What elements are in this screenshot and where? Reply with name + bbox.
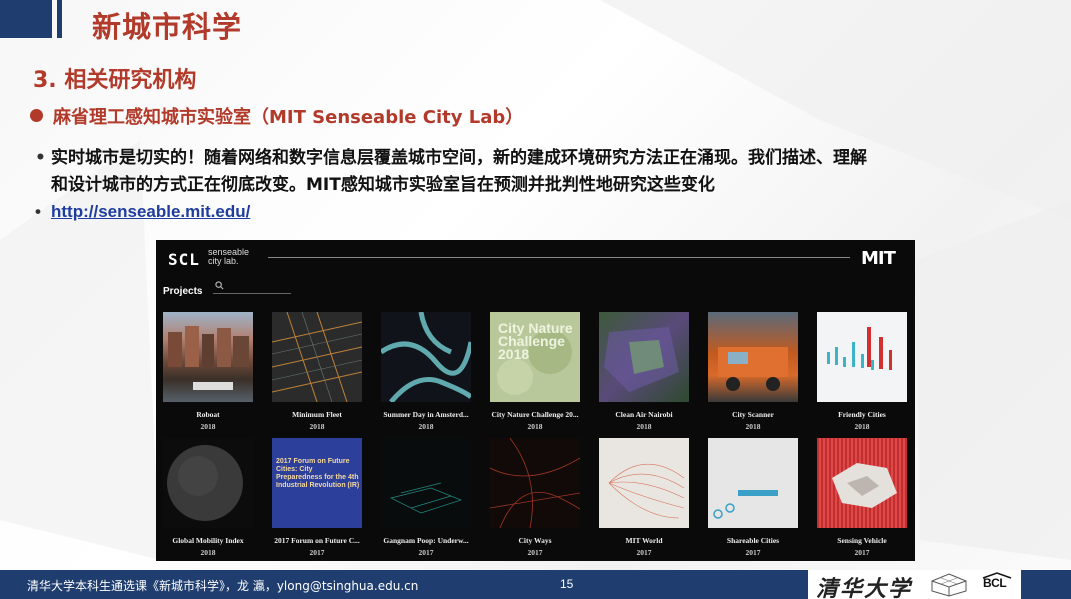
lab-website-screenshot: SCL senseable city lab. MIT Projects Rob… (156, 240, 915, 561)
link-bullet: • http://senseable.mit.edu/ (35, 202, 250, 222)
search-icon (215, 281, 224, 290)
project-year: 2017 (745, 548, 761, 557)
project-card-friendly-cities[interactable]: Friendly Cities 2018 (817, 312, 907, 431)
slide-title: 新城市科学 (92, 10, 243, 44)
scl-name: senseable city lab. (208, 248, 249, 266)
project-thumb-city-ways (490, 438, 580, 528)
section-heading: 3. 相关研究机构 (33, 68, 197, 93)
title-accent-bar (0, 0, 62, 38)
project-year: 2017 (309, 548, 325, 557)
project-year: 2017 (854, 548, 870, 557)
project-title: Global Mobility Index (172, 536, 244, 545)
slide-footer: 清华大学本科生通选课《新城市科学》，龙 瀛，ylong@tsinghua.edu… (0, 570, 1071, 599)
mit-logo[interactable]: MIT (861, 248, 896, 269)
project-title: Shareable Cities (726, 536, 780, 545)
cube-logo-icon (931, 573, 967, 597)
scl-name-line-2: city lab. (208, 256, 239, 266)
header-divider (268, 257, 850, 258)
project-title: Sensing Vehicle (837, 536, 887, 545)
project-thumb-gangnam-poop (381, 438, 471, 528)
projects-bar: Projects (163, 281, 291, 297)
project-year: 2018 (854, 422, 870, 431)
project-year: 2018 (200, 422, 216, 431)
project-title: City Ways (518, 536, 552, 545)
project-year: 2018 (309, 422, 325, 431)
project-card-forum-future-cities[interactable]: 2017 Forum on Future Cities: City Prepar… (272, 438, 362, 557)
bcl-logo-text: BCL (983, 576, 1007, 590)
lab-heading-text: 麻省理工感知城市实验室（MIT Senseable City Lab） (53, 107, 524, 128)
project-title: Roboat (196, 410, 220, 419)
site-header: SCL senseable city lab. MIT (156, 240, 915, 276)
project-title: Minimum Fleet (292, 410, 342, 419)
description-line-1: 实时城市是切实的！随着网络和数字信息层覆盖城市空间，新的建成环境研究方法正在涌现… (51, 148, 867, 168)
project-card-minimum-fleet[interactable]: Minimum Fleet 2018 (272, 312, 362, 431)
project-title: Gangnam Poop: Underw... (383, 536, 469, 545)
description-line-2: 和设计城市的方式正在彻底改变。MIT感知城市实验室旨在预测并批判性地研究这些变化 (51, 175, 715, 195)
project-card-sensing-vehicle[interactable]: Sensing Vehicle 2017 (817, 438, 907, 557)
project-title: Summer Day in Amsterd... (383, 410, 469, 419)
lab-website-link[interactable]: http://senseable.mit.edu/ (51, 202, 250, 221)
project-year: 2017 (418, 548, 434, 557)
project-title: Friendly Cities (838, 410, 886, 419)
projects-search-input[interactable] (213, 281, 291, 294)
project-card-city-ways[interactable]: City Ways 2017 (490, 438, 580, 557)
project-card-mit-world[interactable]: MIT World 2017 (599, 438, 689, 557)
project-card-clean-air[interactable]: Clean Air Nairobi 2018 (599, 312, 689, 431)
project-thumb-global-mobility (163, 438, 253, 528)
bullet-dot-icon (30, 109, 43, 122)
project-title: City Scanner (732, 410, 774, 419)
project-year: 2017 (527, 548, 543, 557)
project-card-roboat[interactable]: Roboat 2018 (163, 312, 253, 431)
project-card-global-mobility[interactable]: Global Mobility Index 2018 (163, 438, 253, 557)
footer-course-info: 清华大学本科生通选课《新城市科学》，龙 瀛，ylong@tsinghua.edu… (27, 579, 419, 593)
project-thumb-roboat (163, 312, 253, 402)
page-number: 15 (560, 577, 574, 591)
project-year: 2018 (745, 422, 761, 431)
project-thumb-clean-air (599, 312, 689, 402)
project-year: 2018 (200, 548, 216, 557)
bcl-logo: BCL (980, 572, 1014, 596)
project-card-city-scanner[interactable]: City Scanner 2018 (708, 312, 798, 431)
project-card-shareable-cities[interactable]: Shareable Cities 2017 (708, 438, 798, 557)
project-thumb-city-scanner (708, 312, 798, 402)
project-title: City Nature Challenge 20... (491, 410, 579, 419)
project-thumb-summer-day (381, 312, 471, 402)
forum-thumb-text: 2017 Forum on Future Cities: City Prepar… (276, 458, 360, 489)
project-thumb-shareable-cities (708, 438, 798, 528)
tsinghua-logo: 清华大学 (816, 576, 913, 599)
bullet-mark: • (35, 148, 46, 168)
description-bullet: • 实时城市是切实的！随着网络和数字信息层覆盖城市空间，新的建成环境研究方法正在涌… (35, 145, 1045, 199)
bullet-mark: • (35, 202, 41, 221)
projects-label[interactable]: Projects (163, 286, 202, 297)
project-title: MIT World (625, 536, 663, 545)
project-thumb-friendly-cities (817, 312, 907, 402)
project-thumb-sensing-vehicle (817, 438, 907, 528)
project-card-city-nature[interactable]: City Nature Challenge 2018 City Nature C… (490, 312, 580, 431)
project-year: 2017 (636, 548, 652, 557)
project-card-gangnam-poop[interactable]: Gangnam Poop: Underw... 2017 (381, 438, 471, 557)
project-thumb-minimum-fleet (272, 312, 362, 402)
city-nature-thumb-text: City Nature Challenge 2018 (498, 320, 573, 362)
project-thumb-mit-world (599, 438, 689, 528)
project-year: 2018 (636, 422, 652, 431)
project-card-summer-day[interactable]: Summer Day in Amsterd... 2018 (381, 312, 471, 431)
project-title: Clean Air Nairobi (615, 410, 673, 419)
project-title: 2017 Forum on Future C... (274, 536, 360, 545)
project-thumb-city-nature: City Nature Challenge 2018 (490, 312, 580, 402)
project-year: 2018 (418, 422, 434, 431)
project-year: 2018 (527, 422, 543, 431)
project-thumb-forum-future-cities: 2017 Forum on Future Cities: City Prepar… (272, 438, 362, 528)
lab-heading: 麻省理工感知城市实验室（MIT Senseable City Lab） (30, 103, 523, 129)
footer-logo-area: 清华大学 BCL (808, 570, 1021, 599)
scl-logo[interactable]: SCL (168, 250, 200, 269)
